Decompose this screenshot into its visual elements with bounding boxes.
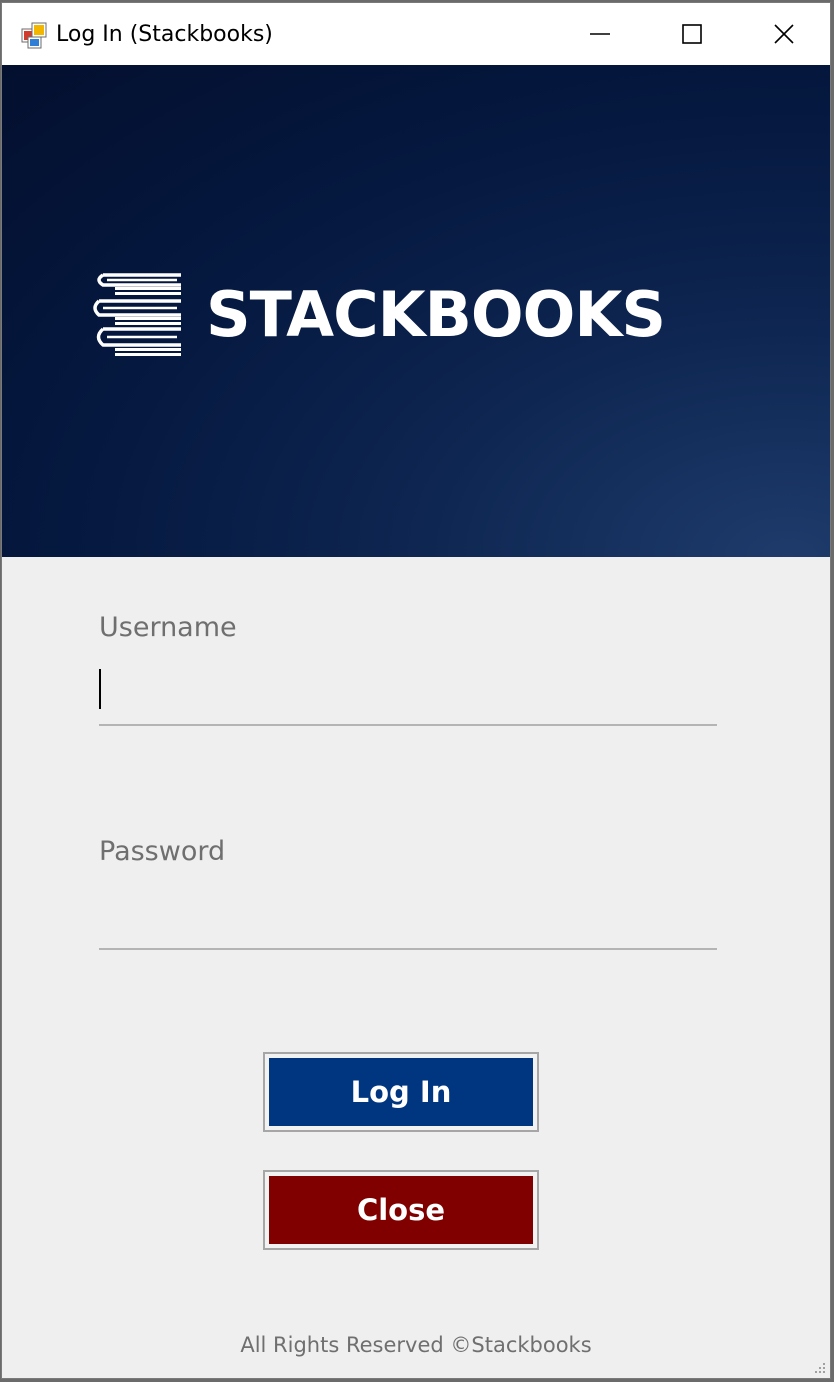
window-title: Log In (Stackbooks) (56, 22, 273, 47)
book-stack-icon (93, 273, 181, 356)
close-button[interactable]: Close (263, 1170, 539, 1250)
maximize-icon (682, 24, 702, 44)
minimize-icon (590, 33, 610, 35)
login-button-face[interactable]: Log In (269, 1058, 533, 1126)
resize-grip-icon[interactable] (811, 1359, 827, 1375)
login-window: Log In (Stackbooks) STACKBOOKS Username … (1, 2, 831, 1379)
brand-name: STACKBOOKS (206, 278, 666, 351)
app-icon (21, 22, 47, 49)
password-label: Password (99, 836, 226, 867)
maximize-button[interactable] (646, 3, 738, 65)
login-button[interactable]: Log In (263, 1052, 539, 1132)
title-bar[interactable]: Log In (Stackbooks) (2, 3, 830, 65)
close-window-button[interactable] (738, 3, 830, 65)
username-label: Username (99, 612, 237, 643)
brand-banner: STACKBOOKS (2, 65, 830, 557)
close-button-face[interactable]: Close (269, 1176, 533, 1244)
username-input[interactable] (99, 674, 717, 726)
password-input[interactable] (99, 898, 717, 950)
copyright-footer: All Rights Reserved ©Stackbooks (240, 1333, 592, 1357)
close-icon (774, 24, 794, 44)
text-caret (99, 669, 101, 709)
minimize-button[interactable] (554, 3, 646, 65)
